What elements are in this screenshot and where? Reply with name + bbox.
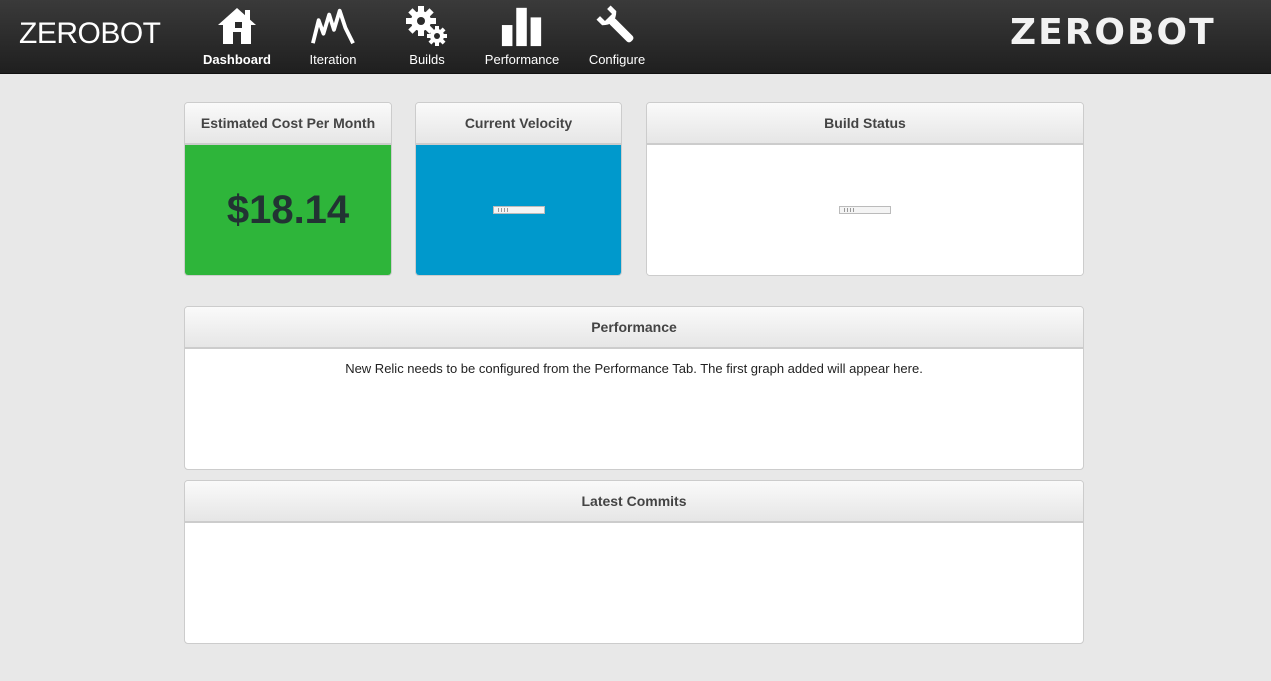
nav-performance[interactable]: Performance	[485, 0, 559, 74]
zerobot-logo: ZEROBOT	[1010, 12, 1216, 53]
build-status-panel-title: Build Status	[647, 103, 1083, 145]
brand-title[interactable]: ZEROBOT	[19, 17, 161, 51]
build-status-panel-body	[647, 145, 1083, 275]
nav-dashboard[interactable]: Dashboard	[203, 0, 271, 74]
cost-panel-body: $18.14	[185, 145, 391, 275]
gears-icon	[405, 4, 449, 48]
nav-builds[interactable]: Builds	[404, 0, 450, 74]
velocity-panel-body	[416, 145, 621, 275]
bar-chart-icon	[500, 4, 544, 48]
home-icon	[215, 4, 259, 48]
build-loading-indicator	[839, 206, 891, 214]
latest-commits-panel: Latest Commits	[184, 480, 1084, 644]
latest-commits-body	[185, 523, 1083, 643]
latest-commits-panel-title: Latest Commits	[185, 481, 1083, 523]
velocity-panel-title: Current Velocity	[416, 103, 621, 145]
build-status-panel: Build Status	[646, 102, 1084, 276]
performance-message: New Relic needs to be configured from th…	[345, 361, 923, 376]
cost-panel-title: Estimated Cost Per Month	[185, 103, 391, 145]
velocity-panel: Current Velocity	[415, 102, 622, 276]
wrench-icon	[595, 4, 639, 48]
iteration-chart-icon	[311, 4, 355, 48]
top-navbar: ZEROBOT Dashboard Iteration Builds Perfo…	[0, 0, 1271, 74]
velocity-loading-indicator	[492, 206, 545, 214]
cost-panel: Estimated Cost Per Month $18.14	[184, 102, 392, 276]
nav-iteration[interactable]: Iteration	[306, 0, 360, 74]
nav-configure[interactable]: Configure	[589, 0, 645, 74]
performance-panel: Performance New Relic needs to be config…	[184, 306, 1084, 470]
cost-value: $18.14	[226, 187, 350, 232]
performance-panel-title: Performance	[185, 307, 1083, 349]
